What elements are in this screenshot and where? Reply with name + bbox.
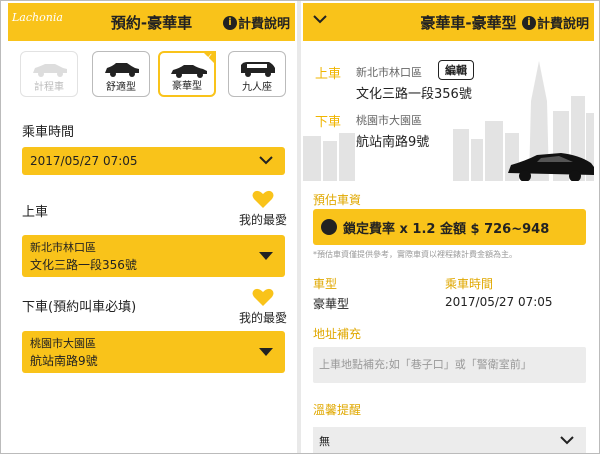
reminder-label: 溫馨提醒 [313,403,362,417]
dropoff-district: 桃園市大園區 [356,114,422,127]
dropoff-label: 下車(預約叫車必填) [22,300,137,315]
info-icon: i [521,15,536,30]
ride-time-value: 2017/05/27 07:05 [30,154,138,168]
car-type-van[interactable]: 九人座 [228,51,286,97]
dropoff-address: 航站南路9號 [30,354,98,368]
car-type-label: 豪華型 [172,81,202,92]
edit-route-button[interactable]: 編輯 [438,60,474,80]
fare-help-button[interactable]: i 計費說明 [222,13,290,32]
ride-time-key: 乘車時間 [445,277,494,291]
fare-estimate-box: 鎖定費率 x 1.2 金額 $ 726~948 [313,209,586,245]
sedan-icon [33,64,67,77]
car-type-key: 車型 [313,277,338,291]
dropoff-district: 桃園市大園區 [30,337,96,350]
pickup-address: 文化三路一段356號 [356,87,472,102]
fare-help-button[interactable]: i 計費說明 [521,13,589,32]
pickup-favorites-button[interactable]: 我的最愛 [239,189,287,228]
fare-text: 鎖定費率 x 1.2 金額 $ 726~948 [343,222,550,237]
favorites-label: 我的最愛 [238,213,287,227]
reminder-value: 無 [319,435,330,448]
dropoff-address-select[interactable]: 桃園市大園區 航站南路9號 [22,331,285,373]
info-icon: i [222,15,237,30]
chevron-down-icon [259,156,273,165]
car-type-label: 計程車 [34,82,64,93]
pickup-address-select[interactable]: 新北市林口區 文化三路一段356號 [22,235,285,277]
fare-note: *預估車資僅提供參考，實際車資以裡程錶計費金額為主。 [313,250,517,259]
pickup-district: 新北市林口區 [30,241,96,254]
car-type-taxi[interactable]: 計程車 [20,51,78,97]
ride-time-value: 2017/05/27 07:05 [445,295,553,309]
booking-screen: Lachonia 預約-豪華車 i 計費說明 計程車 舒適型 ✓ 豪華型 九人座… [8,3,295,453]
pickup-tag: 上車 [315,67,342,82]
fare-help-label: 計費說明 [237,17,290,32]
pickup-label: 上車 [22,205,49,220]
caret-down-icon [259,348,273,356]
car-type-value: 豪華型 [313,297,350,311]
dropoff-address: 航站南路9號 [356,135,430,150]
sedan-icon [105,63,139,77]
address-note-box [313,347,586,383]
fare-section-label: 預估車資 [313,193,362,207]
car-type-luxury[interactable]: ✓ 豪華型 [158,51,216,97]
van-icon [241,62,275,77]
chevron-down-icon [560,436,574,445]
pickup-address: 文化三路一段356號 [30,258,137,272]
ride-time-label: 乘車時間 [22,125,75,140]
screenshot-frame: Lachonia 預約-豪華車 i 計費說明 計程車 舒適型 ✓ 豪華型 九人座… [0,0,600,454]
panel-divider [297,1,301,453]
address-note-input[interactable] [319,355,579,373]
dropoff-tag: 下車 [315,115,342,130]
car-type-label: 九人座 [242,82,272,93]
reminder-select[interactable]: 無 [313,427,586,453]
chevron-down-icon[interactable] [313,15,327,24]
fare-help-label: 計費說明 [536,17,589,32]
coin-icon [321,219,337,235]
heart-icon [252,190,274,208]
ride-time-select[interactable]: 2017/05/27 07:05 [22,147,285,175]
confirm-screen: 豪華車-豪華型 i 計費說明 上車 新北市林口區 編輯 文化三路一段356號 下… [303,3,594,453]
heart-icon [252,288,274,306]
header-bar: 豪華車-豪華型 i 計費說明 [303,3,594,41]
check-icon: ✓ [206,52,213,61]
caret-down-icon [259,252,273,260]
dropoff-favorites-button[interactable]: 我的最愛 [239,287,287,326]
car-type-label: 舒適型 [106,82,136,93]
address-note-label: 地址補充 [313,327,362,341]
favorites-label: 我的最愛 [238,311,287,325]
car-type-comfort[interactable]: 舒適型 [92,51,150,97]
header-bar: Lachonia 預約-豪華車 i 計費說明 [8,3,295,41]
pickup-district: 新北市林口區 [356,66,422,79]
